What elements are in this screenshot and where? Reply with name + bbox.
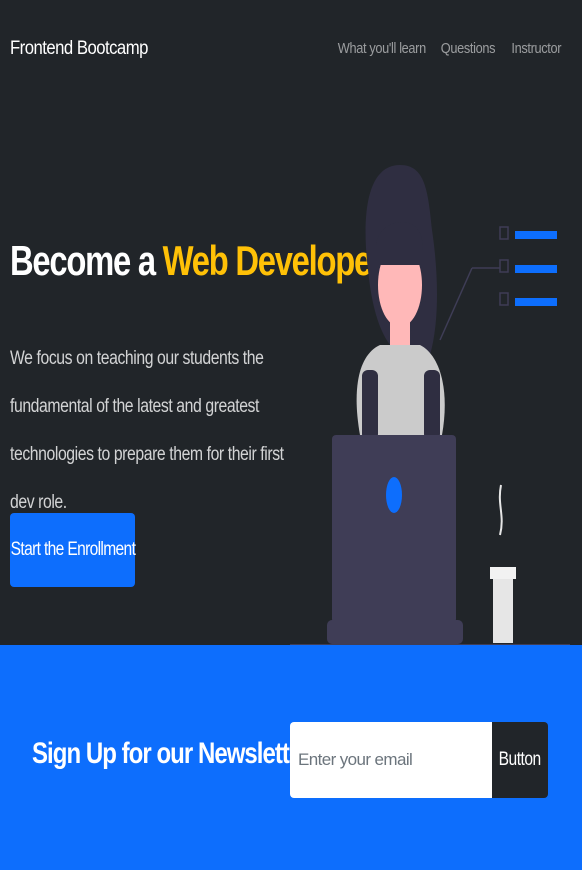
checkbox-1	[499, 226, 509, 240]
cup-lid	[490, 567, 516, 579]
right-arm	[424, 370, 440, 440]
checkbox-3	[499, 292, 509, 306]
nav-link-instructor[interactable]: Instructor	[512, 40, 562, 57]
checkbox-2	[499, 259, 509, 273]
woman-at-laptop-illustration	[290, 165, 570, 646]
navbar: Frontend Bootcamp What you'll learn Ques…	[0, 0, 582, 100]
left-arm	[362, 370, 378, 440]
steam	[498, 484, 503, 536]
email-input[interactable]	[290, 722, 493, 798]
start-enrollment-button[interactable]: Start the Enrollment	[10, 513, 135, 587]
start-enrollment-label: Start the Enrollment	[10, 539, 135, 560]
nav-links: What you'll learn Questions Instructor	[330, 40, 566, 57]
laptop-logo	[386, 477, 402, 513]
newsletter-title: Sign Up for our Newsletter	[32, 737, 311, 770]
newsletter-submit-label: Button	[498, 749, 542, 770]
hero-description: We focus on teaching our students the fu…	[10, 348, 284, 513]
checklist-bar-3	[515, 298, 557, 306]
nav-link-questions[interactable]: Questions	[440, 40, 495, 57]
brand-logo-link[interactable]: Frontend Bootcamp	[10, 38, 148, 60]
coffee-cup	[493, 579, 513, 643]
newsletter-section: Sign Up for our Newsletter Button	[0, 645, 582, 870]
checklist-bar-1	[515, 231, 557, 239]
hero-title-prefix: Become a	[10, 237, 156, 284]
laptop-base	[327, 620, 463, 644]
laptop-body	[332, 435, 456, 623]
nav-link-what-youll-learn[interactable]: What you'll learn	[338, 40, 426, 57]
hero-section: Become a Web Developer We focus on teach…	[0, 100, 582, 646]
newsletter-submit-button[interactable]: Button	[492, 722, 548, 798]
checklist-bar-2	[515, 265, 557, 273]
connector-line	[439, 267, 473, 341]
